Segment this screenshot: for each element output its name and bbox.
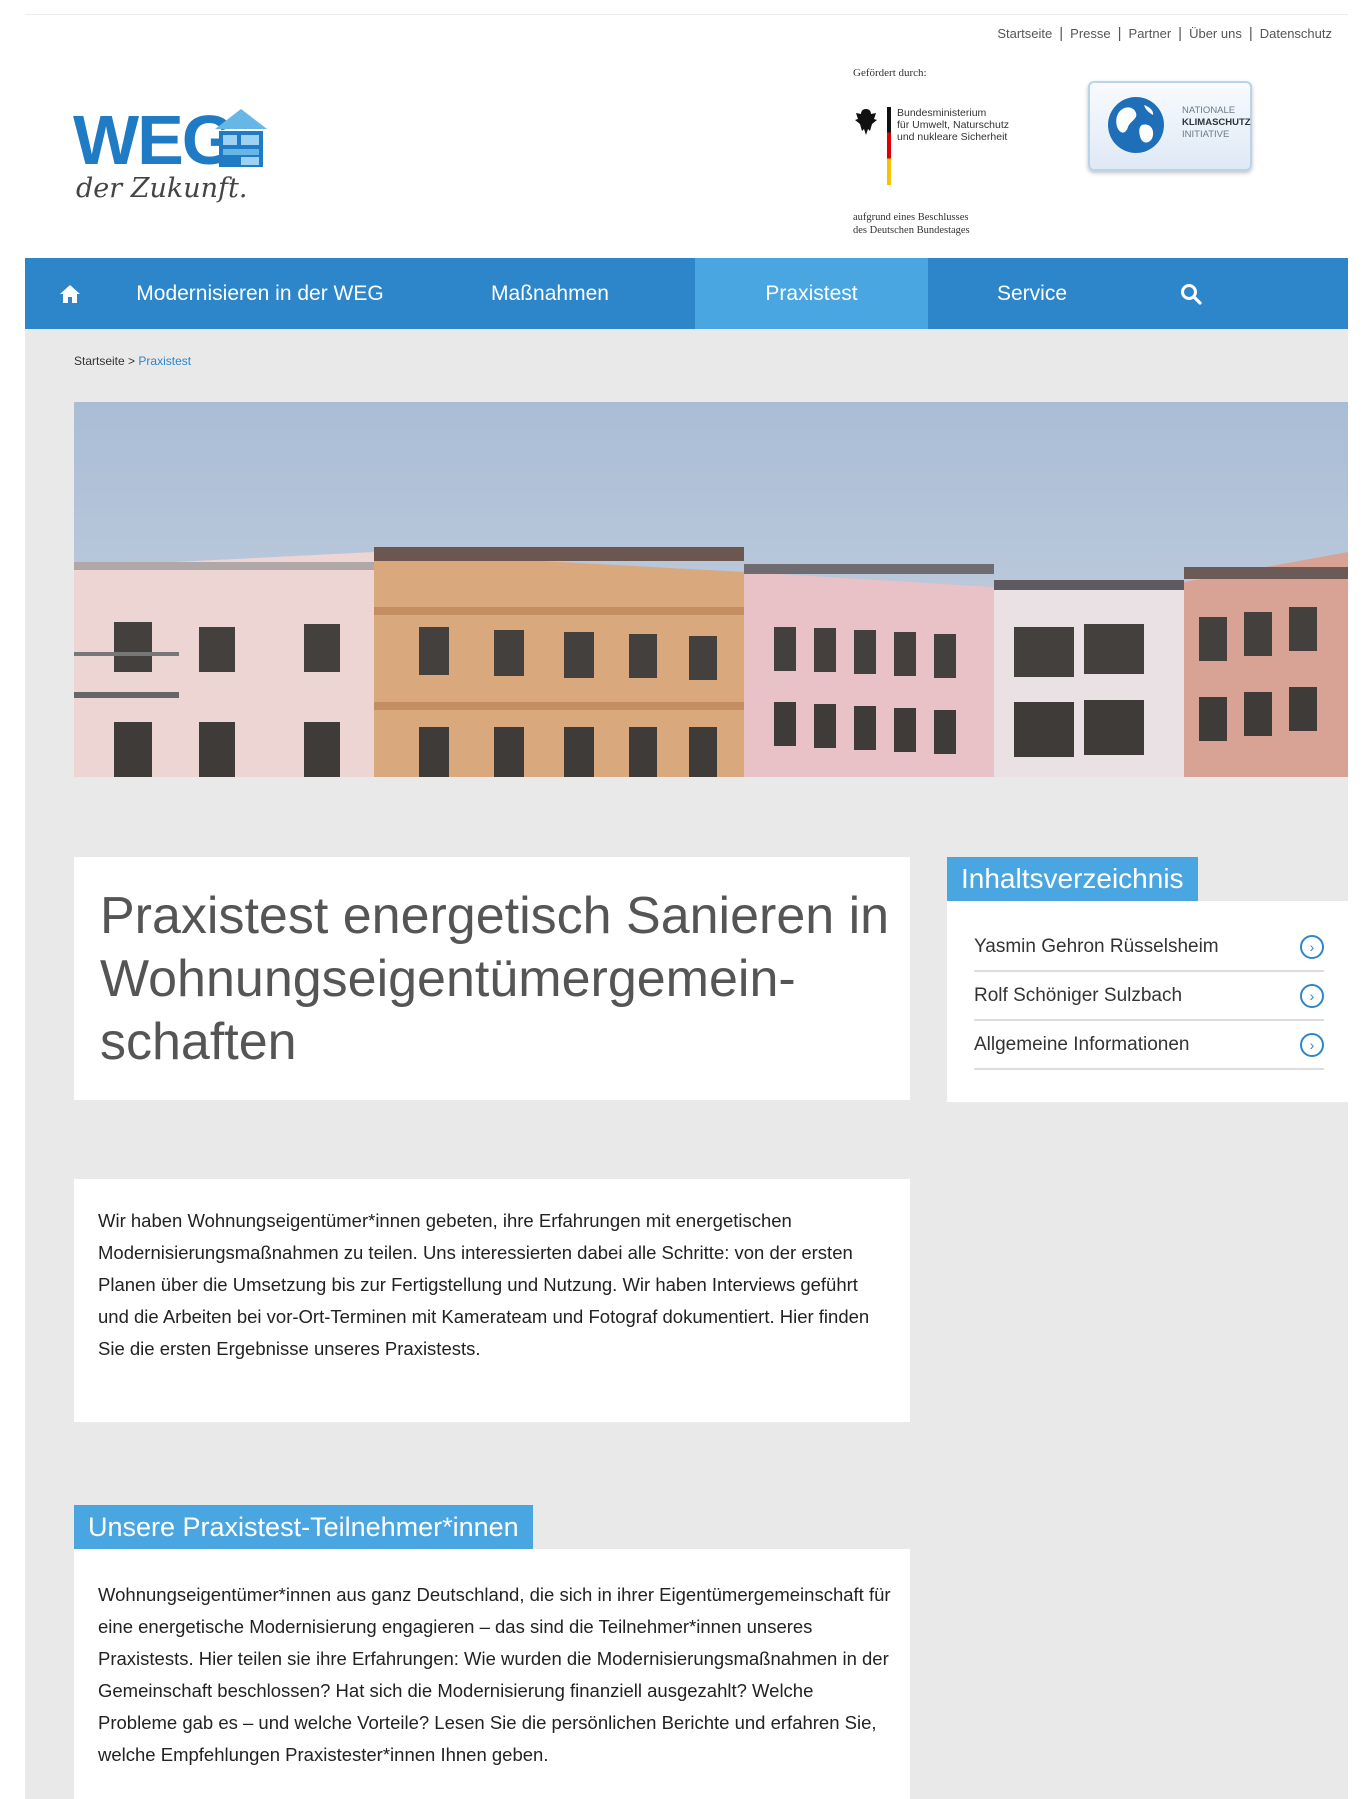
- ministry-logo: Bundesministerium für Umwelt, Naturschut…: [853, 107, 1053, 187]
- participants-heading: Unsere Praxistest-Teilnehmer*innen: [74, 1505, 533, 1549]
- intro-card: Wir haben Wohnungseigentümer*innen gebet…: [74, 1179, 910, 1422]
- toc-heading: Inhaltsverzeichnis: [947, 857, 1198, 901]
- participants-card: Wohnungseigentümer*innen aus ganz Deutsc…: [74, 1549, 910, 1799]
- nav-item-massnahmen[interactable]: Maßnahmen: [405, 258, 695, 329]
- flag-bar: [887, 107, 891, 185]
- breadcrumb: Startseite > Praxistest: [74, 354, 191, 368]
- nav-item-modernisieren[interactable]: Modernisieren in der WEG: [115, 258, 405, 329]
- bundestag-resolution: aufgrund eines Beschlusses des Deutschen…: [853, 211, 1053, 237]
- breadcrumb-separator: >: [128, 354, 136, 368]
- site-header: Startseite | Presse | Partner | Über uns…: [25, 15, 1348, 258]
- page-title-card: Praxistest energetisch Sanieren in Wohnu…: [74, 857, 910, 1100]
- resolution-line: aufgrund eines Beschlusses: [853, 212, 969, 223]
- nav-search[interactable]: [1136, 258, 1246, 329]
- search-icon: [1181, 283, 1202, 305]
- top-link-datenschutz[interactable]: Datenschutz: [1254, 26, 1338, 41]
- top-link-startseite[interactable]: Startseite: [991, 26, 1058, 41]
- logo-tagline: der Zukunft.: [76, 173, 248, 204]
- top-link-ueber-uns[interactable]: Über uns: [1183, 26, 1248, 41]
- toc-item-allgemeine-informationen[interactable]: Allgemeine Informationen ›: [974, 1021, 1324, 1070]
- ministry-line: Bundesministerium: [897, 107, 987, 119]
- participants-text: Wohnungseigentümer*innen aus ganz Deutsc…: [98, 1584, 891, 1765]
- nki-line: NATIONALE: [1182, 105, 1236, 116]
- federal-eagle-icon: [855, 109, 877, 135]
- top-link-partner[interactable]: Partner: [1123, 26, 1178, 41]
- page-title: Praxistest energetisch Sanieren in Wohnu…: [100, 887, 890, 1071]
- main-nav: Modernisieren in der WEG Maßnahmen Praxi…: [25, 258, 1348, 329]
- table-of-contents: Yasmin Gehron Rüsselsheim › Rolf Schönig…: [947, 901, 1348, 1102]
- toc-item-label: Allgemeine Informationen: [974, 1033, 1190, 1055]
- chevron-right-icon: ›: [1300, 1032, 1324, 1057]
- nav-item-service[interactable]: Service: [928, 258, 1136, 329]
- building-facades-image: [74, 402, 1348, 777]
- ministry-line: und nukleare Sicherheit: [897, 131, 1008, 143]
- breadcrumb-current: Praxistest: [138, 354, 192, 368]
- nki-line: INITIATIVE: [1182, 129, 1230, 140]
- nki-line: KLIMASCHUTZ: [1182, 117, 1251, 128]
- top-links: Startseite | Presse | Partner | Über uns…: [991, 25, 1338, 42]
- chevron-right-icon: ›: [1300, 983, 1324, 1008]
- chevron-right-icon: ›: [1300, 934, 1324, 959]
- nav-item-praxistest[interactable]: Praxistest: [695, 258, 928, 329]
- page: Startseite | Presse | Partner | Über uns…: [25, 14, 1348, 1799]
- toc-item-yasmin-gehron[interactable]: Yasmin Gehron Rüsselsheim ›: [974, 923, 1324, 972]
- intro-text: Wir haben Wohnungseigentümer*innen gebet…: [98, 1210, 870, 1359]
- breadcrumb-home[interactable]: Startseite: [74, 354, 125, 368]
- toc-item-label: Rolf Schöniger Sulzbach: [974, 984, 1183, 1006]
- toc-item-label: Yasmin Gehron Rüsselsheim: [974, 935, 1219, 957]
- funded-by-label: Gefördert durch:: [853, 67, 927, 79]
- resolution-line: des Deutschen Bundestages: [853, 225, 970, 236]
- site-logo[interactable]: WEG der Zukunft.: [73, 105, 303, 215]
- nav-home[interactable]: [25, 258, 115, 329]
- globe-icon: [1108, 97, 1164, 153]
- klimaschutz-initiative-logo[interactable]: NATIONALE KLIMASCHUTZ INITIATIVE: [1088, 81, 1252, 171]
- toc-item-rolf-schoeniger[interactable]: Rolf Schöniger Sulzbach ›: [974, 972, 1324, 1021]
- hero-image: [74, 402, 1348, 777]
- home-icon: [60, 284, 80, 303]
- top-link-presse[interactable]: Presse: [1064, 26, 1116, 41]
- ministry-line: für Umwelt, Naturschutz: [897, 119, 1010, 131]
- house-logo-icon: [215, 109, 267, 167]
